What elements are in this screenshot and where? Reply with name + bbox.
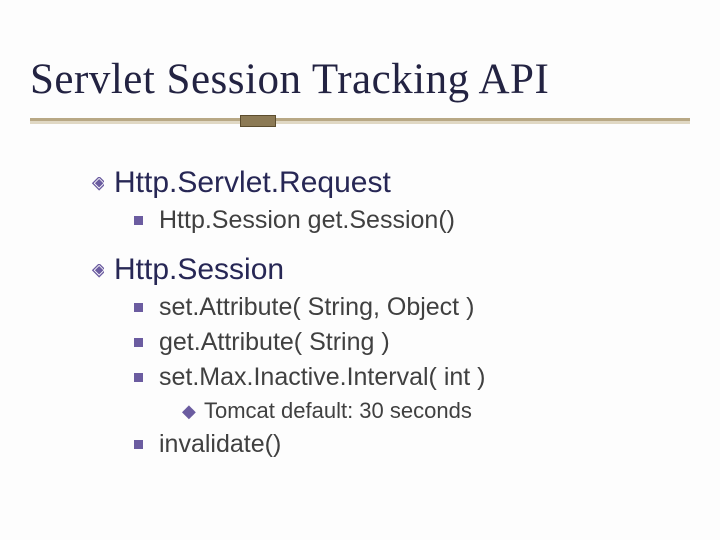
bullet-level1: Http.Session — [90, 253, 680, 287]
slide: Servlet Session Tracking API Http.Servle… — [0, 0, 720, 540]
bullet-level2: set.Attribute( String, Object ) — [134, 293, 680, 322]
bullet-level2: Http.Session get.Session() — [134, 206, 680, 235]
text-tomcatdefault: Tomcat default: 30 seconds — [204, 398, 472, 424]
square-icon — [134, 303, 143, 312]
diamond-icon — [90, 264, 104, 278]
slide-title: Servlet Session Tracking API — [30, 55, 549, 104]
text-httpsession: Http.Session — [114, 253, 284, 287]
diamond-icon — [90, 177, 104, 191]
bullet-level2: invalidate() — [134, 430, 680, 459]
square-icon — [134, 373, 143, 382]
square-icon — [134, 216, 143, 225]
title-underline — [0, 118, 720, 130]
square-icon — [134, 338, 143, 347]
bullet-level1: Http.Servlet.Request — [90, 166, 680, 200]
text-invalidate: invalidate() — [159, 430, 281, 459]
dot-icon: ◆ — [182, 407, 190, 415]
square-icon — [134, 440, 143, 449]
text-httpservletrequest: Http.Servlet.Request — [114, 166, 391, 200]
text-getsession: Http.Session get.Session() — [159, 206, 455, 235]
text-setattribute: set.Attribute( String, Object ) — [159, 293, 474, 322]
bullet-level2: set.Max.Inactive.Interval( int ) — [134, 363, 680, 392]
bullet-level2: get.Attribute( String ) — [134, 328, 680, 357]
bullet-level3: ◆ Tomcat default: 30 seconds — [182, 398, 680, 424]
slide-body: Http.Servlet.Request Http.Session get.Se… — [90, 158, 680, 459]
text-setmaxinactive: set.Max.Inactive.Interval( int ) — [159, 363, 486, 392]
text-getattribute: get.Attribute( String ) — [159, 328, 390, 357]
